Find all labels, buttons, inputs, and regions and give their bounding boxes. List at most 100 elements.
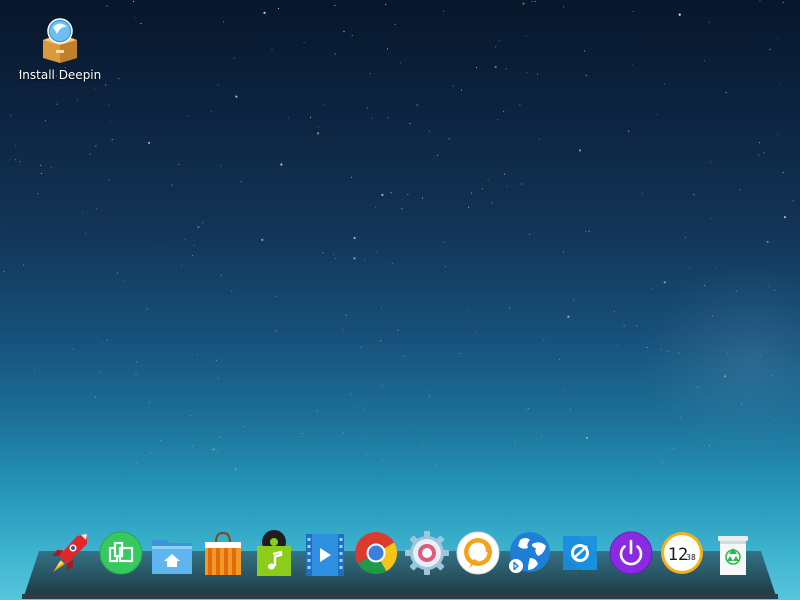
star bbox=[470, 192, 473, 194]
star bbox=[223, 21, 225, 23]
star bbox=[220, 274, 222, 276]
star bbox=[503, 110, 505, 112]
star bbox=[387, 117, 389, 119]
star bbox=[381, 384, 383, 386]
star bbox=[148, 141, 151, 144]
star bbox=[623, 325, 625, 327]
star bbox=[506, 185, 508, 187]
star bbox=[763, 152, 765, 154]
network-browser-globe-icon bbox=[509, 532, 550, 573]
star bbox=[380, 307, 382, 309]
star bbox=[514, 440, 516, 442]
star bbox=[89, 153, 91, 155]
star bbox=[663, 83, 665, 85]
star bbox=[61, 413, 63, 415]
star bbox=[287, 117, 289, 119]
install-package-icon bbox=[37, 14, 83, 64]
star bbox=[468, 206, 470, 208]
star bbox=[613, 311, 615, 313]
star bbox=[497, 119, 499, 121]
star bbox=[567, 315, 570, 318]
star bbox=[191, 445, 193, 447]
star bbox=[123, 280, 125, 282]
star bbox=[303, 41, 305, 44]
star bbox=[409, 122, 411, 124]
star bbox=[503, 173, 505, 175]
star bbox=[407, 193, 409, 195]
star bbox=[37, 193, 39, 195]
dock-item-file-manager[interactable] bbox=[149, 528, 195, 578]
dock-item-movie[interactable] bbox=[302, 528, 348, 578]
dock-item-control-center[interactable] bbox=[404, 528, 450, 578]
star bbox=[704, 60, 706, 62]
dock-item-trash[interactable] bbox=[710, 528, 756, 578]
dock-item-clock[interactable]: 12 38 bbox=[659, 528, 705, 578]
star bbox=[106, 339, 108, 341]
star bbox=[40, 172, 42, 174]
star bbox=[381, 193, 384, 196]
dock-item-app-store[interactable] bbox=[200, 528, 246, 578]
star bbox=[711, 218, 713, 220]
star bbox=[351, 176, 353, 178]
star bbox=[190, 414, 192, 417]
star bbox=[196, 354, 199, 356]
chrome-browser-icon bbox=[355, 532, 398, 575]
star bbox=[758, 154, 760, 156]
star bbox=[134, 17, 136, 19]
star bbox=[537, 73, 539, 75]
star bbox=[2, 459, 4, 461]
star bbox=[261, 238, 264, 241]
star bbox=[275, 330, 277, 332]
star bbox=[759, 0, 761, 2]
star bbox=[323, 104, 325, 106]
dock-item-multitasking[interactable] bbox=[98, 528, 144, 578]
star bbox=[150, 452, 152, 454]
star bbox=[178, 164, 180, 166]
star bbox=[651, 288, 653, 290]
star bbox=[240, 180, 242, 183]
star bbox=[781, 461, 783, 463]
dock-item-music[interactable] bbox=[251, 528, 297, 578]
star bbox=[44, 120, 46, 122]
star bbox=[14, 145, 16, 147]
star bbox=[136, 361, 138, 363]
star bbox=[279, 413, 281, 415]
star bbox=[364, 409, 366, 411]
star bbox=[343, 31, 345, 33]
star bbox=[219, 436, 221, 438]
star bbox=[263, 11, 266, 14]
desktop-icon-install-deepin[interactable]: Install Deepin bbox=[16, 14, 104, 82]
star bbox=[421, 197, 424, 199]
power-button-icon bbox=[609, 531, 653, 575]
star bbox=[397, 329, 399, 331]
dock-item-network-browser[interactable] bbox=[506, 528, 552, 578]
star bbox=[678, 13, 681, 16]
dock-item-launcher[interactable] bbox=[47, 528, 93, 578]
dock-item-power[interactable] bbox=[608, 528, 654, 578]
star bbox=[655, 113, 657, 115]
star bbox=[758, 142, 760, 144]
star bbox=[475, 332, 477, 334]
star bbox=[374, 206, 376, 208]
star bbox=[10, 114, 12, 116]
dock-item-remote-assistance[interactable] bbox=[557, 528, 603, 578]
star bbox=[689, 267, 691, 269]
star bbox=[367, 435, 369, 437]
dock-item-chrome[interactable] bbox=[353, 528, 399, 578]
star bbox=[491, 202, 493, 204]
star bbox=[481, 188, 483, 190]
star bbox=[109, 120, 111, 122]
star bbox=[437, 154, 439, 156]
star bbox=[636, 324, 638, 327]
star bbox=[617, 345, 619, 347]
star bbox=[220, 165, 222, 167]
star bbox=[394, 23, 396, 26]
star bbox=[369, 73, 371, 75]
star bbox=[146, 308, 148, 310]
star bbox=[105, 84, 107, 86]
dock-item-chat[interactable] bbox=[455, 528, 501, 578]
star bbox=[202, 222, 204, 224]
star bbox=[301, 432, 303, 435]
star bbox=[249, 383, 251, 385]
star bbox=[538, 138, 540, 140]
